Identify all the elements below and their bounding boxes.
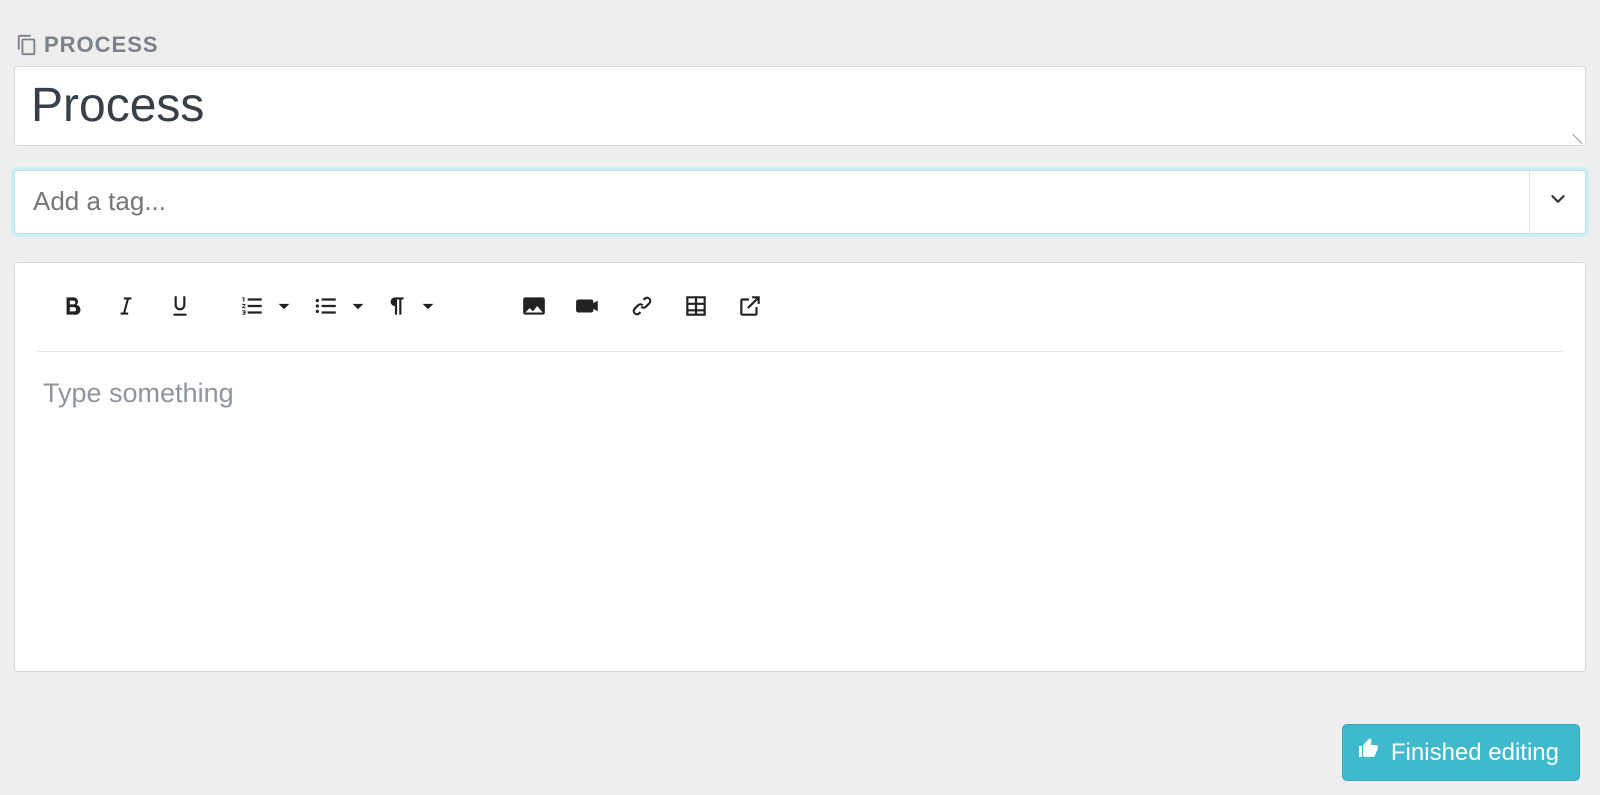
paragraph-format-button[interactable] — [379, 289, 445, 329]
tag-input[interactable] — [15, 171, 1529, 233]
title-input[interactable] — [31, 77, 1569, 135]
title-card — [14, 66, 1586, 146]
italic-button[interactable] — [99, 289, 153, 329]
bold-icon — [59, 293, 85, 324]
caret-down-icon — [345, 293, 371, 324]
resize-handle[interactable] — [1569, 129, 1583, 143]
video-icon — [575, 293, 601, 324]
chevron-down-icon — [1547, 188, 1569, 215]
underline-button[interactable] — [153, 289, 207, 329]
caret-down-icon — [271, 293, 297, 324]
pilcrow-icon — [383, 293, 409, 324]
finished-editing-label: Finished editing — [1391, 739, 1559, 767]
underline-icon — [167, 293, 193, 324]
editor-body[interactable]: Type something — [37, 352, 1563, 612]
ordered-list-button[interactable] — [231, 289, 305, 329]
bold-button[interactable] — [45, 289, 99, 329]
insert-image-button[interactable] — [507, 289, 561, 329]
section-header: PROCESS — [16, 32, 1586, 58]
tag-dropdown-toggle[interactable] — [1529, 171, 1585, 233]
table-icon — [683, 293, 709, 324]
link-icon — [629, 293, 655, 324]
tag-card — [14, 170, 1586, 234]
italic-icon — [113, 293, 139, 324]
copy-icon — [16, 34, 38, 56]
insert-table-button[interactable] — [669, 289, 723, 329]
finished-editing-button[interactable]: Finished editing — [1342, 724, 1580, 781]
editor-toolbar — [37, 277, 1563, 352]
thumbs-up-icon — [1357, 737, 1381, 768]
insert-link-button[interactable] — [615, 289, 669, 329]
insert-video-button[interactable] — [561, 289, 615, 329]
unordered-list-icon — [313, 293, 339, 324]
editor-card: Type something — [14, 262, 1586, 672]
section-header-label: PROCESS — [44, 32, 159, 58]
open-external-button[interactable] — [723, 289, 777, 329]
unordered-list-button[interactable] — [305, 289, 379, 329]
image-icon — [521, 293, 547, 324]
external-link-icon — [737, 293, 763, 324]
ordered-list-icon — [239, 293, 265, 324]
caret-down-icon — [415, 293, 441, 324]
